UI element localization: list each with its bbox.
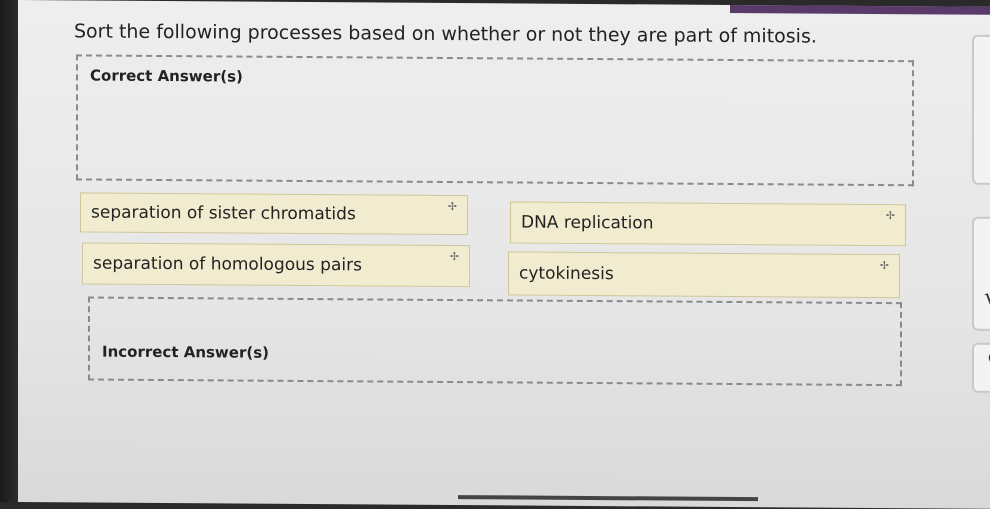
drag-handle-icon[interactable]: ✢ [880,259,889,272]
incorrect-answers-dropzone[interactable]: Incorrect Answer(s) [88,296,902,387]
drag-handle-icon[interactable]: ✢ [448,200,457,213]
side-panel: Q [972,342,990,394]
card-label: separation of homologous pairs [93,253,362,276]
top-accent-bar [730,4,990,15]
answer-card[interactable]: separation of sister chromatids ✢ [80,192,468,236]
side-panel: √ [972,216,990,332]
drag-handle-icon[interactable]: ✢ [886,209,895,222]
answer-card[interactable]: cytokinesis ✢ [508,251,900,299]
question-text: Sort the following processes based on wh… [74,20,817,48]
card-label: cytokinesis [519,263,614,285]
screen: Sort the following processes based on wh… [18,0,990,509]
card-label: separation of sister chromatids [91,202,356,225]
answer-card[interactable]: DNA replication ✢ [510,201,906,247]
bottom-divider [458,495,758,502]
drag-handle-icon[interactable]: ✢ [450,250,459,263]
incorrect-zone-title: Incorrect Answer(s) [102,342,269,362]
correct-answers-dropzone[interactable]: Correct Answer(s) [76,54,914,187]
answer-card[interactable]: separation of homologous pairs ✢ [82,242,470,288]
check-icon[interactable]: √ [984,285,990,310]
card-label: DNA replication [521,212,654,234]
correct-zone-title: Correct Answer(s) [90,66,243,86]
side-panel [972,34,990,186]
